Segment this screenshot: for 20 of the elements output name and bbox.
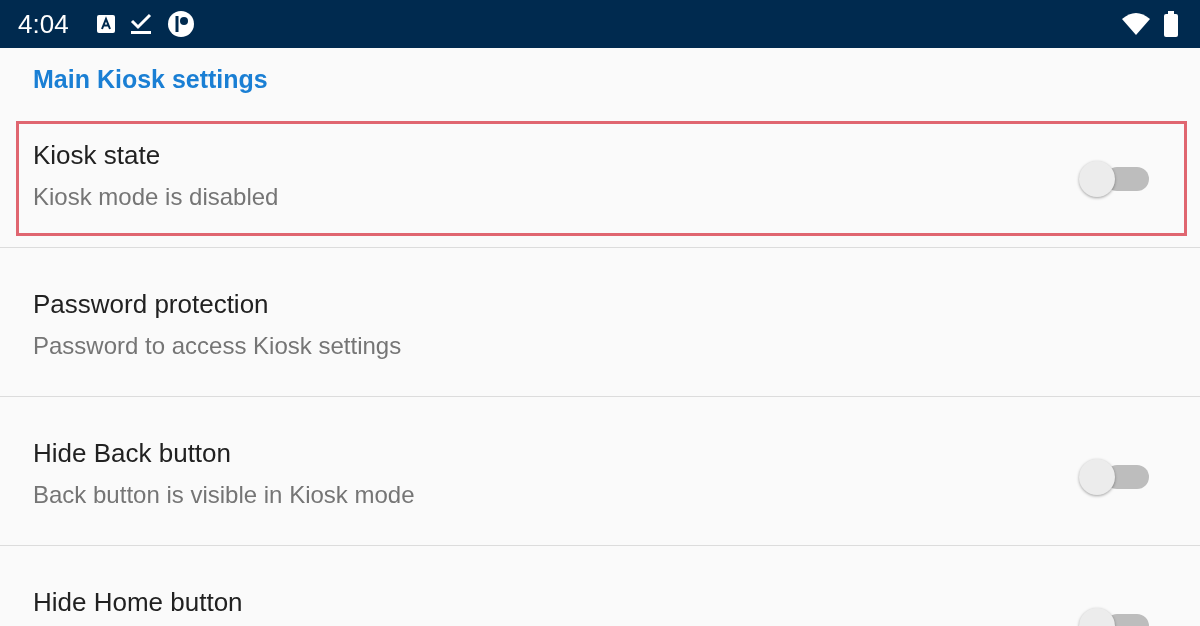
setting-title: Hide Back button bbox=[33, 437, 232, 469]
download-done-icon bbox=[128, 13, 153, 35]
battery-icon bbox=[1164, 11, 1178, 37]
setting-row[interactable]: Hide Back button Back button is visible in Kiosk mode bbox=[16, 419, 1187, 534]
setting-title: Hide Home button bbox=[33, 586, 244, 618]
highlight-frame[interactable]: Kiosk state Kiosk mode is disabled bbox=[16, 121, 1187, 236]
setting-summary: Back button is visible in Kiosk mode bbox=[33, 480, 416, 510]
setting-row[interactable]: Password protection Password to access Kiosk settings bbox=[16, 270, 1187, 385]
section-header: Main Kiosk settings bbox=[33, 64, 268, 95]
toggle-switch[interactable] bbox=[1079, 159, 1149, 198]
toggle-switch[interactable] bbox=[1079, 457, 1149, 496]
circle-app-icon bbox=[166, 10, 195, 38]
wifi-icon bbox=[1122, 13, 1150, 35]
setting-title: Kiosk state bbox=[33, 139, 162, 171]
setting-summary: Password to access Kiosk settings bbox=[33, 331, 403, 361]
setting-summary: Kiosk mode is disabled bbox=[33, 182, 280, 212]
setting-title: Password protection bbox=[33, 288, 270, 320]
setting-row[interactable]: Hide Home button bbox=[16, 568, 1187, 626]
keyboard-letter-icon bbox=[96, 15, 115, 33]
clock-time: 4:04 bbox=[18, 8, 69, 40]
